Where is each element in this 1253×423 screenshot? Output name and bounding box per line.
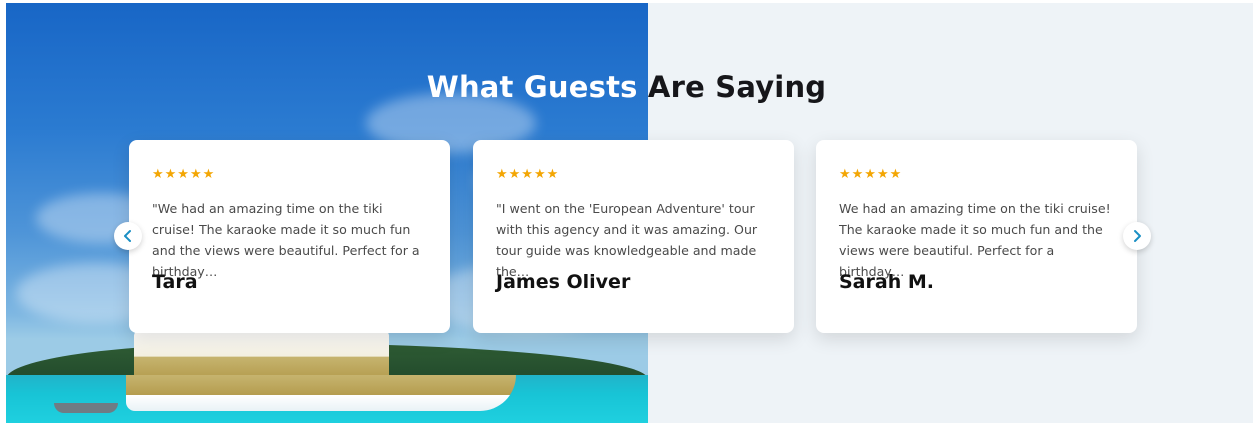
testimonial-text: We had an amazing time on the tiki cruis…: [839, 201, 1111, 279]
star-rating: ★★★★★: [152, 167, 216, 182]
star-rating: ★★★★★: [839, 167, 903, 182]
carousel-prev-button[interactable]: [114, 222, 142, 250]
testimonial-author: James Oliver: [496, 271, 631, 293]
testimonial-author: Sarah M.: [839, 271, 934, 293]
testimonial-text: "We had an amazing time on the tiki crui…: [152, 201, 420, 279]
title-part-white: What Guests: [426, 70, 638, 104]
chevron-left-icon: [122, 229, 134, 243]
testimonials-section: What Guests Are Saying ★★★★★ "We had an …: [0, 0, 1253, 423]
chevron-right-icon: [1131, 229, 1143, 243]
testimonial-text: "I went on the 'European Adventure' tour…: [496, 201, 758, 279]
testimonial-card: ★★★★★ "We had an amazing time on the tik…: [129, 140, 450, 333]
star-rating: ★★★★★: [496, 167, 560, 182]
testimonial-card: ★★★★★ We had an amazing time on the tiki…: [816, 140, 1137, 333]
testimonial-author: Tara: [152, 271, 198, 293]
section-title: What Guests Are Saying: [0, 70, 1253, 104]
testimonial-card: ★★★★★ "I went on the 'European Adventure…: [473, 140, 794, 333]
title-part-dark: Are Saying: [647, 70, 827, 104]
carousel-next-button[interactable]: [1123, 222, 1151, 250]
